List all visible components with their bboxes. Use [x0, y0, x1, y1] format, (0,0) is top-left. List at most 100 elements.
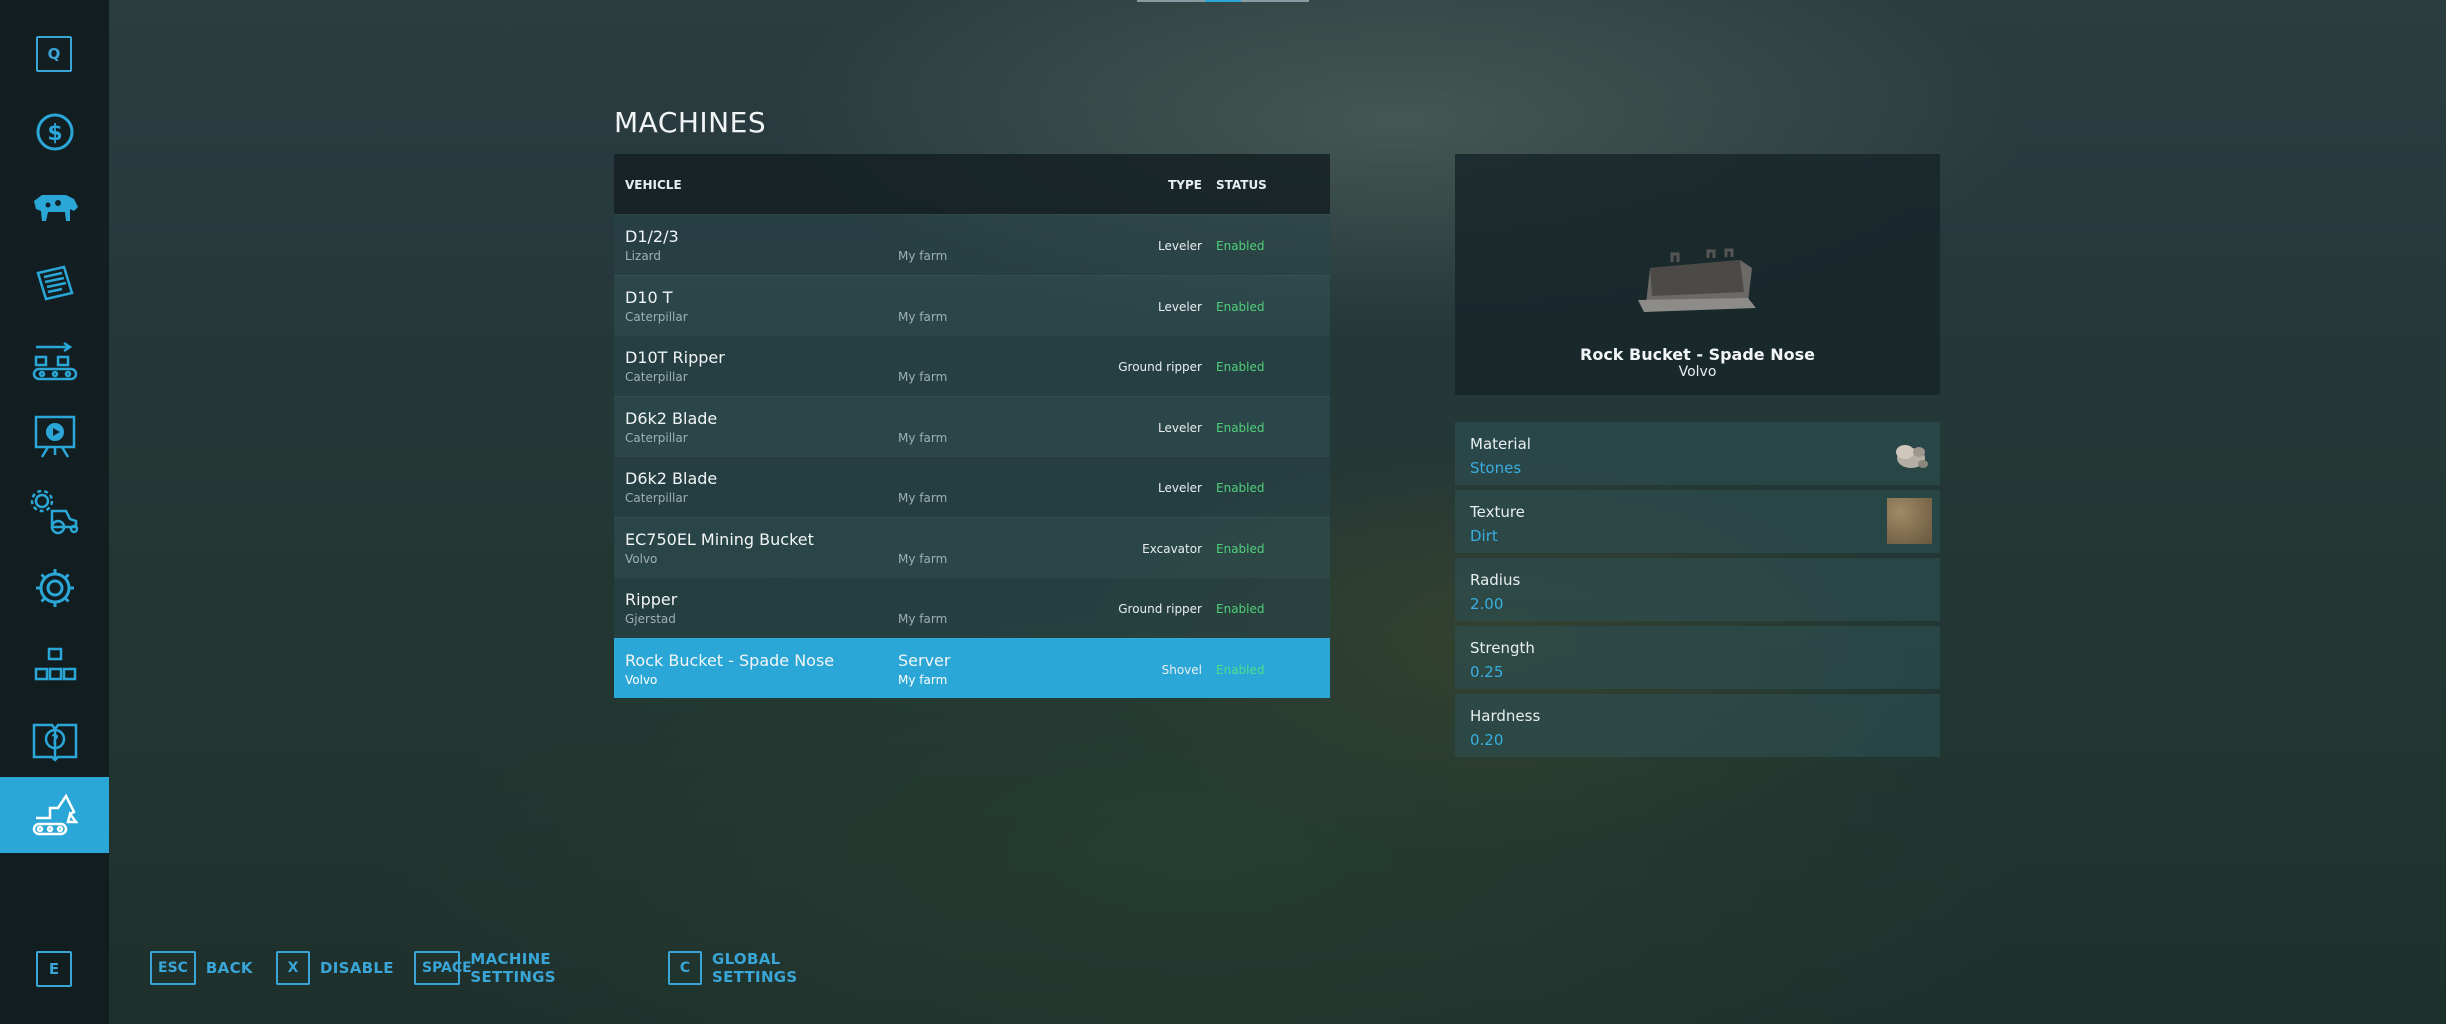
- vehicle-owner: My farm: [898, 551, 948, 566]
- vehicle-type: Leveler: [1158, 239, 1202, 253]
- contracts-icon: [35, 265, 74, 301]
- sidebar-item-constructions[interactable]: [0, 626, 109, 702]
- vehicle-brand: Caterpillar: [625, 370, 688, 384]
- table-row[interactable]: EC750EL Mining Bucket Volvo My farm Exca…: [614, 516, 1330, 577]
- vehicle-status: Enabled: [1216, 420, 1265, 435]
- machine-settings-button[interactable]: SPACE MACHINE SETTINGS: [414, 950, 575, 986]
- column-header-status: STATUS: [1216, 178, 1267, 192]
- sidebar-item-animals[interactable]: [0, 170, 109, 246]
- preview-vehicle-name: Rock Bucket - Spade Nose: [1580, 345, 1815, 364]
- sidebar: Q $ ? E: [0, 0, 109, 1024]
- vehicle-status: Enabled: [1216, 299, 1265, 314]
- vehicle-name: D6k2 Blade: [625, 469, 718, 488]
- property-texture[interactable]: Texture Dirt: [1455, 490, 1940, 553]
- property-value: 0.20: [1470, 731, 1504, 749]
- button-label: BACK: [205, 959, 253, 977]
- tutorial-board-icon: [34, 415, 75, 458]
- prev-page-key[interactable]: Q: [36, 36, 72, 72]
- property-radius[interactable]: Radius 2.00: [1455, 558, 1940, 621]
- table-row[interactable]: Ripper Gjerstad My farm Ground ripper En…: [614, 577, 1330, 638]
- page-title: MACHINES: [614, 106, 767, 139]
- vehicle-brand: Caterpillar: [625, 309, 688, 324]
- property-value: 0.25: [1470, 663, 1504, 681]
- key-hint: ESC: [150, 951, 196, 985]
- vehicle-type: Shovel: [1161, 662, 1202, 677]
- vehicle-preview: Rock Bucket - Spade Nose Volvo: [1455, 154, 1940, 395]
- vehicle-brand: Caterpillar: [625, 430, 688, 445]
- property-value: Stones: [1470, 459, 1522, 477]
- sidebar-item-vehicle-settings[interactable]: [0, 474, 109, 550]
- global-settings-button[interactable]: C GLOBAL SETTINGS: [668, 950, 798, 986]
- dirt-texture: [1887, 498, 1932, 544]
- button-label: DISABLE: [320, 959, 394, 977]
- sidebar-item-tutorials[interactable]: [0, 398, 109, 474]
- machines-table: VEHICLE TYPE STATUS D1/2/3 Lizard My far…: [614, 154, 1330, 698]
- table-row-selected[interactable]: Rock Bucket - Spade Nose Volvo Server My…: [614, 637, 1330, 698]
- table-row[interactable]: D1/2/3 Lizard My farm Leveler Enabled: [614, 214, 1330, 275]
- vehicle-name: D10T Ripper: [625, 348, 725, 367]
- table-row[interactable]: D10T Ripper Caterpillar My farm Ground r…: [614, 335, 1330, 396]
- property-material[interactable]: Material Stones: [1455, 422, 1940, 485]
- property-strength[interactable]: Strength 0.25: [1455, 626, 1940, 689]
- sidebar-item-production[interactable]: [0, 322, 109, 398]
- property-label: Material: [1470, 435, 1531, 453]
- vehicle-owner: My farm: [898, 612, 948, 626]
- table-row[interactable]: D10 T Caterpillar My farm Leveler Enable…: [614, 274, 1330, 335]
- vehicle-type: Ground ripper: [1118, 602, 1202, 616]
- vehicle-status: Enabled: [1216, 602, 1265, 616]
- vehicle-brand: Lizard: [625, 249, 662, 263]
- vehicle-owner: My farm: [898, 309, 948, 324]
- vehicle-brand: Volvo: [625, 672, 658, 687]
- vehicle-type: Leveler: [1158, 420, 1202, 435]
- help-book-icon: ?: [32, 723, 77, 762]
- property-label: Hardness: [1470, 707, 1541, 725]
- column-header-type: TYPE: [1168, 178, 1202, 192]
- sidebar-item-contracts[interactable]: [0, 246, 109, 322]
- key-hint: SPACE: [414, 951, 472, 985]
- vehicle-type: Leveler: [1158, 299, 1202, 314]
- vehicle-owner: My farm: [898, 491, 948, 505]
- cow-icon: [33, 195, 78, 221]
- vehicle-status: Enabled: [1216, 239, 1265, 253]
- vehicle-type: Leveler: [1158, 481, 1202, 495]
- bucket-image: [1638, 248, 1756, 312]
- vehicle-brand: Gjerstad: [625, 612, 676, 626]
- vehicle-owner: My farm: [898, 249, 948, 263]
- back-button[interactable]: ESC BACK: [150, 950, 253, 986]
- sidebar-item-finances[interactable]: $: [0, 94, 109, 170]
- production-icon: [32, 341, 77, 381]
- table-row[interactable]: D6k2 Blade Caterpillar My farm Leveler E…: [614, 395, 1330, 456]
- gear-icon: [35, 569, 74, 607]
- sidebar-item-terraforming[interactable]: [0, 777, 109, 853]
- sidebar-item-help[interactable]: ?: [0, 702, 109, 778]
- preview-vehicle-brand: Volvo: [1678, 364, 1717, 380]
- blocks-icon: [34, 647, 76, 681]
- svg-text:?: ?: [51, 733, 59, 748]
- svg-text:$: $: [47, 121, 62, 146]
- column-header-vehicle: VEHICLE: [625, 178, 682, 192]
- vehicle-name: D10 T: [625, 287, 673, 307]
- vehicle-name: Rock Bucket - Spade Nose: [625, 650, 835, 670]
- vehicle-type: Excavator: [1142, 541, 1202, 556]
- vehicle-settings-icon: [30, 489, 78, 535]
- table-header: VEHICLE TYPE STATUS: [614, 154, 1330, 214]
- button-label: GLOBAL SETTINGS: [712, 950, 798, 986]
- vehicle-owner: My farm: [898, 672, 948, 687]
- vehicle-name: Ripper: [625, 590, 678, 609]
- vehicle-status: Enabled: [1216, 360, 1265, 374]
- property-value: Dirt: [1470, 527, 1498, 545]
- next-page-key[interactable]: E: [36, 951, 72, 987]
- vehicle-name: D6k2 Blade: [625, 408, 718, 428]
- stones-icon: [1896, 445, 1928, 468]
- sidebar-item-settings[interactable]: [0, 550, 109, 626]
- vehicle-type: Ground ripper: [1118, 360, 1202, 374]
- vehicle-status: Enabled: [1216, 662, 1265, 677]
- button-label: MACHINE SETTINGS: [470, 950, 556, 986]
- property-hardness[interactable]: Hardness 0.20: [1455, 694, 1940, 757]
- page-indicator: [1137, 0, 1309, 2]
- excavator-icon: [32, 793, 78, 836]
- property-label: Radius: [1470, 571, 1521, 589]
- dollar-icon: $: [36, 113, 73, 151]
- table-row[interactable]: D6k2 Blade Caterpillar My farm Leveler E…: [614, 456, 1330, 517]
- disable-button[interactable]: X DISABLE: [276, 950, 394, 986]
